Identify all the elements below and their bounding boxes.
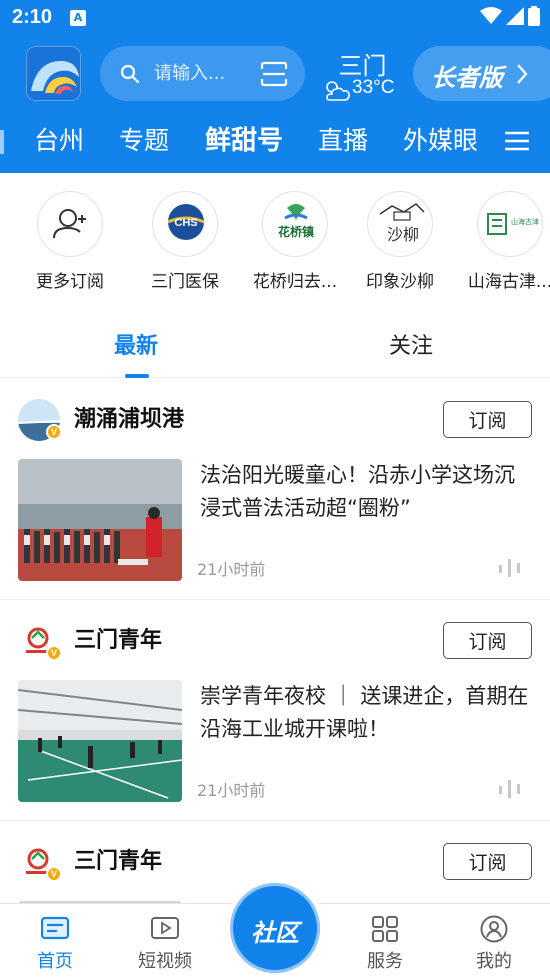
nav-home[interactable]: 首页	[10, 904, 100, 979]
tab-foreign-media[interactable]: 外媒眼	[403, 118, 478, 164]
source-name[interactable]: 三门青年	[74, 622, 162, 654]
status-time: 2:10	[12, 6, 53, 28]
tab-following[interactable]: 关注	[389, 328, 433, 360]
wifi-icon	[480, 7, 502, 24]
feed-card[interactable]: V 三门青年 订阅 崇学青年夜校 ｜ 送课进企，首期在沿海工业城开课啦！ 21小…	[0, 600, 550, 821]
scan-icon[interactable]	[260, 61, 288, 87]
tab-special[interactable]: 专题	[119, 118, 169, 164]
nav-short-video[interactable]: 短视频	[120, 904, 210, 979]
video-icon	[151, 917, 179, 939]
nav-label: 首页	[37, 951, 73, 972]
search-icon	[120, 64, 140, 84]
partly-cloudy-icon	[326, 81, 350, 101]
subscribe-button[interactable]: 订阅	[443, 843, 532, 880]
chs-logo-text: CHS	[174, 217, 197, 229]
nav-services[interactable]: 服务	[340, 904, 430, 979]
audio-play-icon[interactable]	[499, 780, 521, 798]
elder-mode-button[interactable]: 长者版	[413, 46, 550, 101]
subscription-item[interactable]: 花桥镇 花桥归去...	[240, 191, 350, 296]
article-thumbnail[interactable]	[18, 680, 182, 802]
feed-tabs: 最新 关注	[0, 310, 550, 378]
article-time: 21小时前	[197, 781, 266, 800]
channel-tabs: 台州 专题 鲜甜号 直播 外媒眼	[0, 118, 550, 164]
source-name[interactable]: 潮涌浦坝港	[74, 401, 184, 433]
shaliu-logo: 沙柳	[367, 191, 433, 257]
weather-widget[interactable]: 三门 33°C	[320, 46, 405, 102]
nav-label: 服务	[367, 951, 403, 972]
wave-logo-icon	[27, 47, 80, 100]
shanhai-logo-text: 山海古津	[511, 217, 539, 226]
subscription-label: 更多订阅	[36, 272, 104, 292]
verified-badge-icon: V	[46, 645, 62, 661]
app-header: 2:10 A 三门 33°C 长者版	[0, 0, 550, 173]
community-label: 社区	[251, 919, 299, 947]
active-tab-indicator	[125, 374, 149, 378]
app-logo[interactable]	[26, 46, 81, 101]
grid-icon	[372, 916, 398, 942]
app-bar: 三门 33°C 长者版	[0, 44, 550, 104]
feed-card[interactable]: V 潮涌浦坝港 订阅 法治阳光暖童心！沿赤小学这场沉浸式普法活动超“圈粉” 21…	[0, 379, 550, 600]
user-icon	[480, 915, 508, 943]
tab-taizhou[interactable]: 台州	[34, 118, 84, 164]
home-icon	[41, 916, 69, 940]
article-time: 21小时前	[197, 560, 266, 579]
tab-latest[interactable]: 最新	[114, 328, 158, 360]
subscription-item[interactable]: CHS 三门医保	[130, 191, 240, 296]
shanhai-logo: 山海古津	[477, 191, 543, 257]
weather-temperature: 33°C	[352, 77, 395, 98]
subscription-item[interactable]: 山海古津 山海古津...	[455, 191, 550, 296]
signal-icon	[506, 7, 524, 25]
chevron-right-icon	[517, 64, 528, 84]
status-bar: 2:10 A	[0, 0, 550, 36]
subscription-item[interactable]: 沙柳 印象沙柳	[345, 191, 455, 296]
notification-badge-icon: A	[70, 10, 86, 26]
status-icons	[480, 6, 540, 26]
nav-label: 我的	[476, 951, 512, 972]
subscription-label: 山海古津...	[467, 272, 550, 292]
search-input[interactable]	[154, 46, 264, 101]
add-subscription-icon	[37, 191, 103, 257]
weather-city: 三门	[338, 52, 387, 80]
source-name[interactable]: 三门青年	[74, 843, 162, 875]
tab-xiantianhao[interactable]: 鲜甜号	[205, 118, 283, 164]
nav-label: 短视频	[138, 951, 192, 972]
subscription-label: 印象沙柳	[366, 272, 434, 292]
search-bar[interactable]	[100, 46, 305, 101]
menu-icon[interactable]	[504, 130, 530, 152]
elder-mode-label: 长者版	[431, 64, 503, 92]
subscription-label: 三门医保	[151, 272, 219, 292]
tab-live[interactable]: 直播	[318, 118, 368, 164]
huaqiao-logo: 花桥镇	[262, 191, 328, 257]
verified-badge-icon: V	[46, 424, 62, 440]
subscribe-button[interactable]: 订阅	[443, 622, 532, 659]
subscription-more[interactable]: 更多订阅	[15, 191, 125, 296]
battery-icon	[528, 6, 540, 26]
verified-badge-icon: V	[46, 866, 62, 882]
subscribe-button[interactable]: 订阅	[443, 401, 532, 438]
community-button[interactable]: 社区	[226, 879, 324, 977]
chs-logo: CHS	[152, 191, 218, 257]
shaliu-logo-text: 沙柳	[387, 225, 419, 244]
article-headline[interactable]: 法治阳光暖童心！沿赤小学这场沉浸式普法活动超“圈粉”	[200, 459, 530, 525]
subscription-row: 更多订阅 CHS 三门医保 花桥镇 花桥归去... 沙柳 印象沙柳 山海古津 山…	[0, 173, 550, 301]
subscription-label: 花桥归去...	[252, 272, 338, 292]
article-headline[interactable]: 崇学青年夜校 ｜ 送课进企，首期在沿海工业城开课啦！	[200, 680, 530, 746]
article-thumbnail[interactable]	[18, 459, 182, 581]
nav-profile[interactable]: 我的	[449, 904, 539, 979]
huaqiao-logo-text: 花桥镇	[278, 224, 314, 239]
audio-play-icon[interactable]	[499, 559, 521, 577]
